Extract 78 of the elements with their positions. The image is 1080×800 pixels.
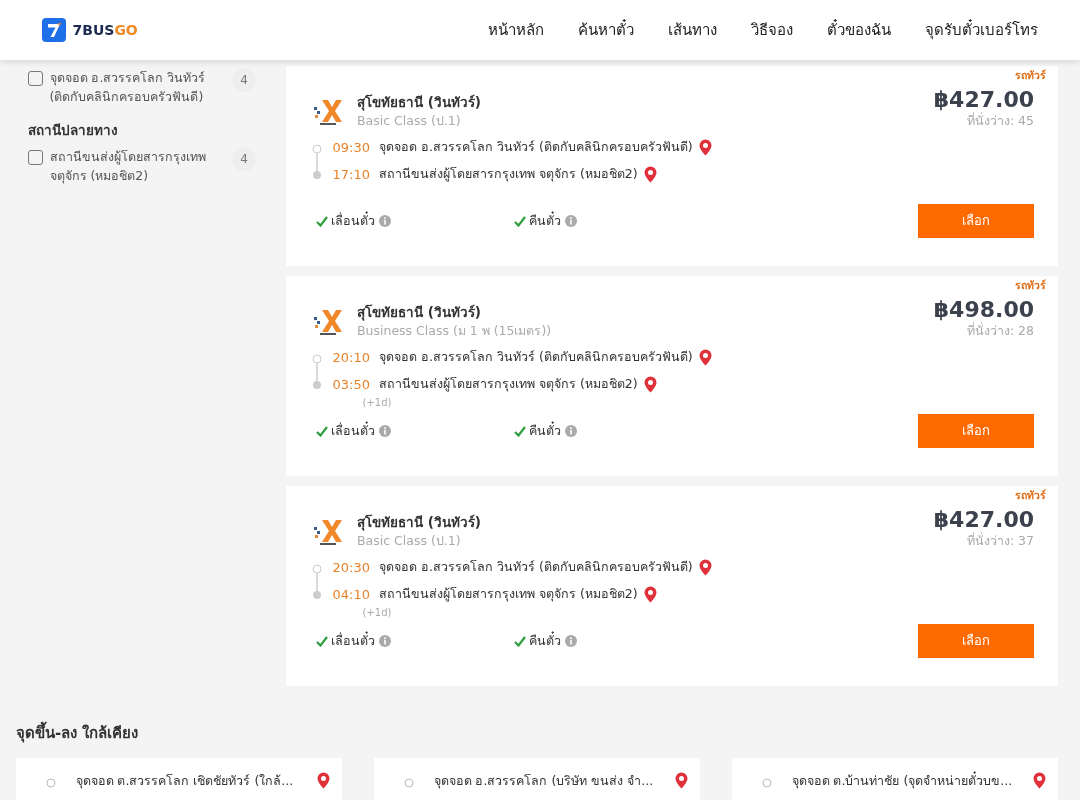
stop-dot-icon <box>762 777 772 788</box>
timeline-drawing <box>312 353 324 390</box>
operator-name: สุโขทัยธานี (วินทัวร์) <box>357 93 482 113</box>
info-icon[interactable] <box>564 425 577 437</box>
map-pin-icon <box>1033 771 1046 789</box>
logo-text[interactable]: 7BUSGO <box>72 19 138 41</box>
type-tag: รถทัวร์ <box>1015 68 1046 84</box>
info-icon[interactable] <box>378 635 391 647</box>
bus-class: Business Class (ม 1 พ (15เมตร)) <box>357 322 552 341</box>
filter-label[interactable]: จุดจอด อ.สวรรคโลก วินทัวร์ (ติดกับคลินิกครอบครัวฟันดี) <box>49 68 226 107</box>
operator-name: สุโขทัยธานี (วินทัวร์) <box>357 303 483 323</box>
bus-class: Basic Class (ป.1) <box>357 112 462 131</box>
stop-name: สถานีขนส่งผู้โดยสารกรุงเทพ จตุจักร (หมอชิต2) <box>379 585 638 604</box>
nav-link[interactable]: เส้นทาง <box>668 18 717 42</box>
feature-label: เลื่อนตั๋ว <box>331 211 376 230</box>
day-offset: (+1d) <box>362 605 393 620</box>
nav-link[interactable]: หน้าหลัก <box>488 18 544 42</box>
map-pin-icon <box>699 138 713 156</box>
seats-available: ที่นั่งว่าง: 45 <box>965 112 1034 131</box>
stop-name: จุดจอด อ.สวรรคโลก วินทัวร์ (ติดกับคลินิกครอบครัวฟันดี) <box>379 137 693 157</box>
info-icon[interactable] <box>378 215 391 227</box>
checkbox[interactable] <box>28 149 43 165</box>
time: 04:10 <box>332 586 371 604</box>
time: 09:30 <box>332 138 371 157</box>
type-tag: รถทัวร์ <box>1015 278 1046 294</box>
time: 20:30 <box>332 558 371 577</box>
map-pin-icon <box>675 771 688 789</box>
checkbox[interactable] <box>28 71 43 86</box>
map-pin-icon <box>644 166 658 184</box>
map-pin-icon <box>644 586 658 604</box>
info-icon[interactable] <box>378 425 391 437</box>
nav-link[interactable]: ตั๋วของฉัน <box>827 18 891 42</box>
logo-icon <box>42 18 66 42</box>
price: ฿498.00 <box>933 298 1034 322</box>
map-pin-icon <box>699 558 713 576</box>
map-pin-icon <box>644 376 658 394</box>
feature-label: คืนตั๋ว <box>529 211 562 230</box>
count-badge: 4 <box>232 68 256 92</box>
stop-name: จุดจอด อ.สวรรคโลก วินทัวร์ (ติดกับคลินิกครอบครัวฟันดี) <box>379 557 693 577</box>
time: 03:50 <box>332 376 371 394</box>
feature-label: เลื่อนตั๋ว <box>331 631 376 650</box>
stop-card[interactable]: จุดจอด ต.สวรรคโลก เชิดชัยทัวร์ (ใกล้... <box>16 757 342 800</box>
stop-dot-icon <box>46 777 56 788</box>
stop-name: จุดจอด อ.สวรรคโลก วินทัวร์ (ติดกับคลินิกครอบครัวฟันดี) <box>379 347 693 367</box>
price: ฿427.00 <box>933 508 1034 532</box>
nav-link[interactable]: วิธีจอง <box>751 18 793 42</box>
stop-card[interactable]: จุดจอด อ.สวรรคโลก (บริษัท ขนส่ง จำ... <box>374 757 700 800</box>
feature-label: เลื่อนตั๋ว <box>331 421 376 440</box>
section-title: จุดขึ้น-ลง ใกล้เคียง <box>16 722 1064 745</box>
stop-name: สถานีขนส่งผู้โดยสารกรุงเทพ จตุจักร (หมอชิต2) <box>379 165 638 184</box>
bus-class: Basic Class (ป.1) <box>357 532 462 551</box>
count-badge: 4 <box>232 146 256 171</box>
nav-link[interactable]: จุดรับตั๋วเบอร์โทร <box>925 18 1038 42</box>
timeline-drawing <box>312 563 324 600</box>
stop-name: จุดจอด ต.บ้านท่าชัย (จุดจำหน่ายตั๋วบข... <box>791 771 1014 791</box>
feature-label: คืนตั๋ว <box>529 421 562 440</box>
stop-name: สถานีขนส่งผู้โดยสารกรุงเทพ จตุจักร (หมอชิต2) <box>379 375 638 394</box>
nav-link[interactable]: ค้นหาตั๋ว <box>578 18 634 42</box>
type-tag: รถทัวร์ <box>1015 488 1046 504</box>
stop-card[interactable]: จุดจอด ต.บ้านท่าชัย (จุดจำหน่ายตั๋วบข... <box>732 757 1058 800</box>
stop-name: จุดจอด ต.สวรรคโลก เชิดชัยทัวร์ (ใกล้... <box>75 771 295 791</box>
map-pin-icon <box>699 348 713 366</box>
info-icon[interactable] <box>564 215 577 227</box>
feature-label: คืนตั๋ว <box>529 631 562 650</box>
info-icon[interactable] <box>564 635 577 647</box>
stop-name: จุดจอด อ.สวรรคโลก (บริษัท ขนส่ง จำ... <box>433 771 655 791</box>
filter-label[interactable]: สถานีขนส่งผู้โดยสารกรุงเทพ จตุจักร (หมอชิต2) <box>49 146 226 186</box>
seats-available: ที่นั่งว่าง: 37 <box>965 532 1034 551</box>
time: 17:10 <box>332 166 371 184</box>
operator-name: สุโขทัยธานี (วินทัวร์) <box>357 513 482 533</box>
filter-title: สถานีปลายทาง <box>28 120 119 140</box>
day-offset: (+1d) <box>362 395 393 410</box>
map-pin-icon <box>317 771 330 789</box>
time: 20:10 <box>332 348 371 367</box>
timeline-drawing <box>312 143 324 180</box>
price: ฿427.00 <box>933 88 1034 112</box>
stop-dot-icon <box>404 777 414 788</box>
seats-available: ที่นั่งว่าง: 28 <box>965 322 1034 341</box>
